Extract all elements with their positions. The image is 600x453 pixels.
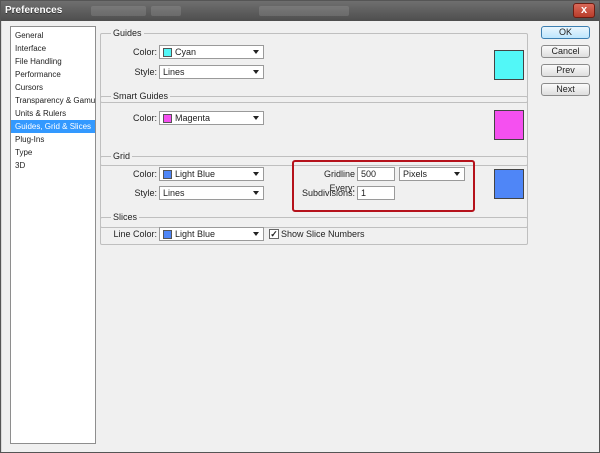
dropdown-arrow-icon — [253, 191, 259, 195]
sidebar-item[interactable]: Performance — [11, 68, 95, 81]
sidebar-item[interactable]: 3D — [11, 159, 95, 172]
background-tab-ghost — [151, 6, 181, 16]
slices-group: Slices Line Color: Light Blue ✓ Show Sli… — [100, 211, 528, 245]
grid-color-select[interactable]: Light Blue — [159, 167, 264, 181]
sidebar-list: General Interface File Handling Performance… — [11, 27, 95, 172]
dropdown-arrow-icon — [253, 232, 259, 236]
grid-color-value: Light Blue — [175, 169, 216, 179]
slice-line-color-label: Line Color: — [113, 229, 157, 239]
grid-group-title: Grid — [111, 150, 133, 162]
prev-button[interactable]: Prev — [541, 64, 590, 77]
magenta-swatch-icon — [163, 114, 172, 123]
next-button[interactable]: Next — [541, 83, 590, 96]
subdivisions-label: Subdivisions: — [301, 188, 355, 198]
gridline-unit-value: Pixels — [403, 169, 428, 179]
guides-color-value: Cyan — [175, 47, 197, 57]
window-title: Preferences — [5, 5, 63, 16]
ok-button[interactable]: OK — [541, 26, 590, 39]
grid-color-swatch[interactable] — [494, 169, 524, 199]
close-icon: x — [580, 4, 588, 16]
light-blue-swatch-icon — [163, 170, 172, 179]
cyan-swatch-icon — [163, 48, 172, 57]
close-button[interactable]: x — [573, 3, 595, 18]
preferences-category-list[interactable]: General Interface File Handling Performance… — [10, 26, 96, 444]
guides-color-select[interactable]: Cyan — [159, 45, 264, 59]
sidebar-item[interactable]: Interface — [11, 42, 95, 55]
grid-style-label: Style: — [134, 188, 157, 198]
sidebar-item[interactable]: Cursors — [11, 81, 95, 94]
guides-style-value: Lines — [163, 67, 185, 77]
background-tab-ghost — [91, 6, 146, 16]
show-slice-numbers-label[interactable]: Show Slice Numbers — [281, 227, 365, 241]
guides-color-swatch[interactable] — [494, 50, 524, 80]
sidebar-item[interactable]: File Handling — [11, 55, 95, 68]
guides-color-label: Color: — [132, 47, 157, 57]
gridline-every-input[interactable]: 500 — [357, 167, 395, 181]
guides-group-title: Guides — [111, 27, 144, 39]
slice-line-color-value: Light Blue — [175, 229, 216, 239]
grid-style-value: Lines — [163, 188, 185, 198]
cancel-button[interactable]: Cancel — [541, 45, 590, 58]
smart-guides-color-label: Color: — [132, 113, 157, 123]
dropdown-arrow-icon — [253, 172, 259, 176]
dialog-content: General Interface File Handling Performance… — [2, 21, 599, 452]
guides-style-label: Style: — [134, 67, 157, 77]
grid-color-label: Color: — [132, 169, 157, 179]
title-bar[interactable]: Preferences x — [1, 1, 599, 21]
background-tab-ghost — [259, 6, 349, 16]
preferences-window: Preferences x General Interface File Handl… — [0, 0, 600, 453]
sidebar-item[interactable]: Transparency & Gamut — [11, 94, 95, 107]
slice-line-color-select[interactable]: Light Blue — [159, 227, 264, 241]
slices-group-title: Slices — [111, 211, 140, 223]
sidebar-item[interactable]: Plug-Ins — [11, 133, 95, 146]
dropdown-arrow-icon — [253, 50, 259, 54]
dropdown-arrow-icon — [253, 70, 259, 74]
smart-guides-group-title: Smart Guides — [111, 90, 171, 102]
sidebar-item[interactable]: Units & Rulers — [11, 107, 95, 120]
guides-style-select[interactable]: Lines — [159, 65, 264, 79]
sidebar-item[interactable]: General — [11, 29, 95, 42]
sidebar-item[interactable]: Guides, Grid & Slices — [11, 120, 95, 133]
smart-guides-color-swatch[interactable] — [494, 110, 524, 140]
sidebar-item[interactable]: Type — [11, 146, 95, 159]
smart-guides-color-select[interactable]: Magenta — [159, 111, 264, 125]
dropdown-arrow-icon — [253, 116, 259, 120]
grid-style-select[interactable]: Lines — [159, 186, 264, 200]
smart-guides-color-value: Magenta — [175, 113, 211, 123]
subdivisions-input[interactable]: 1 — [357, 186, 395, 200]
dropdown-arrow-icon — [454, 172, 460, 176]
light-blue-swatch-icon — [163, 230, 172, 239]
show-slice-numbers-checkbox[interactable]: ✓ — [269, 229, 279, 239]
checkmark-icon: ✓ — [270, 229, 278, 239]
gridline-unit-select[interactable]: Pixels — [399, 167, 465, 181]
